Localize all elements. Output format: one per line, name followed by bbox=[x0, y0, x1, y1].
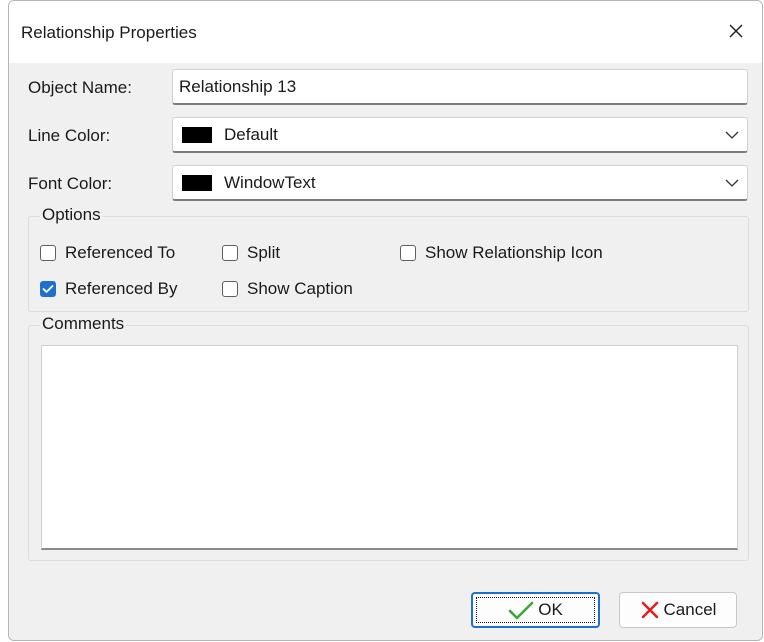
line-color-value: Default bbox=[224, 125, 278, 144]
font-color-value: WindowText bbox=[224, 173, 316, 192]
checkbox-box bbox=[400, 245, 416, 261]
referenced-to-label: Referenced To bbox=[65, 243, 176, 262]
ok-button[interactable]: OK bbox=[471, 592, 600, 628]
chevron-down-icon bbox=[725, 179, 739, 187]
referenced-by-checkbox[interactable]: Referenced By bbox=[40, 277, 177, 301]
checkbox-box bbox=[222, 281, 238, 297]
show-caption-label: Show Caption bbox=[247, 279, 353, 298]
font-color-label: Font Color: bbox=[28, 174, 113, 193]
checkbox-box bbox=[40, 281, 56, 297]
comments-textarea[interactable] bbox=[41, 345, 738, 550]
split-checkbox[interactable]: Split bbox=[222, 241, 280, 265]
object-name-label: Object Name: bbox=[28, 78, 132, 97]
referenced-by-label: Referenced By bbox=[65, 279, 178, 298]
relationship-properties-dialog: Relationship Properties Object Name: Lin… bbox=[8, 0, 763, 641]
close-button[interactable] bbox=[718, 13, 754, 49]
show-relationship-icon-label: Show Relationship Icon bbox=[425, 243, 603, 262]
options-group: Options Referenced To Split Show Relatio… bbox=[28, 205, 749, 312]
close-icon bbox=[729, 24, 743, 38]
show-relationship-icon-checkbox[interactable]: Show Relationship Icon bbox=[400, 241, 603, 265]
check-icon bbox=[42, 285, 54, 293]
title-bar: Relationship Properties bbox=[9, 1, 762, 63]
checkbox-box bbox=[222, 245, 238, 261]
show-caption-checkbox[interactable]: Show Caption bbox=[222, 277, 353, 301]
object-name-input[interactable] bbox=[172, 69, 748, 105]
line-color-select[interactable]: Default bbox=[172, 117, 748, 153]
focus-ring bbox=[476, 597, 595, 623]
dialog-title: Relationship Properties bbox=[21, 23, 197, 42]
options-group-title: Options bbox=[40, 205, 103, 225]
font-color-swatch bbox=[182, 175, 212, 191]
checkbox-box bbox=[40, 245, 56, 261]
line-color-label: Line Color: bbox=[28, 126, 111, 145]
chevron-down-icon bbox=[725, 131, 739, 139]
comments-group-title: Comments bbox=[40, 314, 127, 334]
cancel-label: Cancel bbox=[663, 600, 717, 619]
x-mark-icon bbox=[641, 601, 658, 619]
cancel-button[interactable]: Cancel bbox=[619, 592, 737, 628]
comments-group: Comments bbox=[28, 314, 749, 561]
referenced-to-checkbox[interactable]: Referenced To bbox=[40, 241, 175, 265]
font-color-select[interactable]: WindowText bbox=[172, 165, 748, 201]
split-label: Split bbox=[247, 243, 281, 262]
line-color-swatch bbox=[182, 127, 212, 143]
dialog-body: Object Name: Line Color: Default Font Co… bbox=[9, 63, 762, 640]
